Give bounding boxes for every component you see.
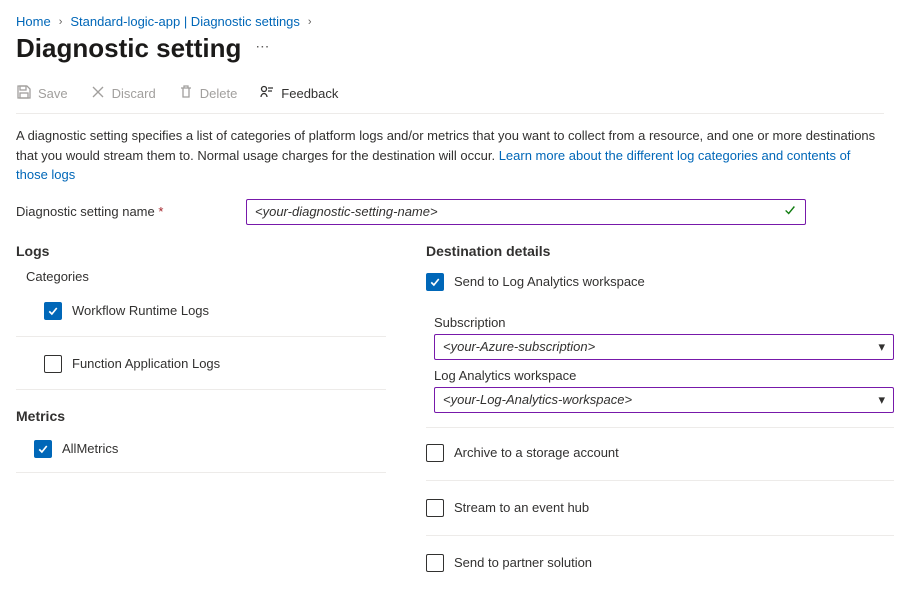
- more-actions-icon[interactable]: ⋯: [255, 38, 271, 59]
- save-button[interactable]: Save: [16, 84, 68, 103]
- save-label: Save: [38, 86, 68, 101]
- delete-label: Delete: [200, 86, 238, 101]
- destination-heading: Destination details: [426, 243, 894, 259]
- workspace-label: Log Analytics workspace: [434, 368, 894, 383]
- page-title: Diagnostic setting: [16, 33, 241, 64]
- subscription-value: <your-Azure-subscription>: [443, 339, 595, 354]
- breadcrumb-resource[interactable]: Standard-logic-app | Diagnostic settings: [70, 14, 300, 29]
- logs-heading: Logs: [16, 243, 386, 259]
- feedback-icon: [259, 84, 275, 103]
- allmetrics-label: AllMetrics: [62, 441, 118, 456]
- categories-label: Categories: [16, 269, 386, 284]
- send-log-analytics-label: Send to Log Analytics workspace: [454, 274, 645, 289]
- setting-name-value: <your-diagnostic-setting-name>: [255, 204, 783, 219]
- checkbox-stream-eventhub[interactable]: [426, 499, 444, 517]
- partner-solution-label: Send to partner solution: [454, 555, 592, 570]
- checkbox-function-application-logs[interactable]: [44, 355, 62, 373]
- chevron-down-icon: ▾: [878, 339, 885, 355]
- checkbox-workflow-runtime-logs[interactable]: [44, 302, 62, 320]
- setting-name-label: Diagnostic setting name *: [16, 204, 246, 219]
- discard-button[interactable]: Discard: [90, 84, 156, 103]
- delete-button[interactable]: Delete: [178, 84, 238, 103]
- checkbox-allmetrics[interactable]: [34, 440, 52, 458]
- metrics-heading: Metrics: [16, 408, 386, 424]
- stream-eventhub-label: Stream to an event hub: [454, 500, 589, 515]
- workflow-runtime-logs-label: Workflow Runtime Logs: [72, 303, 209, 318]
- close-icon: [90, 84, 106, 103]
- subscription-select[interactable]: <your-Azure-subscription> ▾: [434, 334, 894, 360]
- archive-storage-label: Archive to a storage account: [454, 445, 619, 460]
- checkbox-send-log-analytics[interactable]: [426, 273, 444, 291]
- trash-icon: [178, 84, 194, 103]
- feedback-button[interactable]: Feedback: [259, 84, 338, 103]
- checkbox-partner-solution[interactable]: [426, 554, 444, 572]
- chevron-right-icon: ›: [308, 16, 312, 28]
- toolbar: Save Discard Delete Feedback: [16, 78, 884, 114]
- save-icon: [16, 84, 32, 103]
- feedback-label: Feedback: [281, 86, 338, 101]
- checkbox-archive-storage[interactable]: [426, 444, 444, 462]
- setting-name-input[interactable]: <your-diagnostic-setting-name>: [246, 199, 806, 225]
- discard-label: Discard: [112, 86, 156, 101]
- breadcrumb: Home › Standard-logic-app | Diagnostic s…: [16, 14, 884, 29]
- required-asterisk: *: [158, 204, 163, 219]
- intro-text: A diagnostic setting specifies a list of…: [16, 126, 876, 185]
- breadcrumb-home[interactable]: Home: [16, 14, 51, 29]
- workspace-value: <your-Log-Analytics-workspace>: [443, 392, 632, 407]
- workspace-select[interactable]: <your-Log-Analytics-workspace> ▾: [434, 387, 894, 413]
- checkmark-icon: [783, 203, 797, 220]
- subscription-label: Subscription: [434, 315, 894, 330]
- chevron-down-icon: ▾: [878, 392, 885, 408]
- function-application-logs-label: Function Application Logs: [72, 356, 220, 371]
- chevron-right-icon: ›: [59, 16, 63, 28]
